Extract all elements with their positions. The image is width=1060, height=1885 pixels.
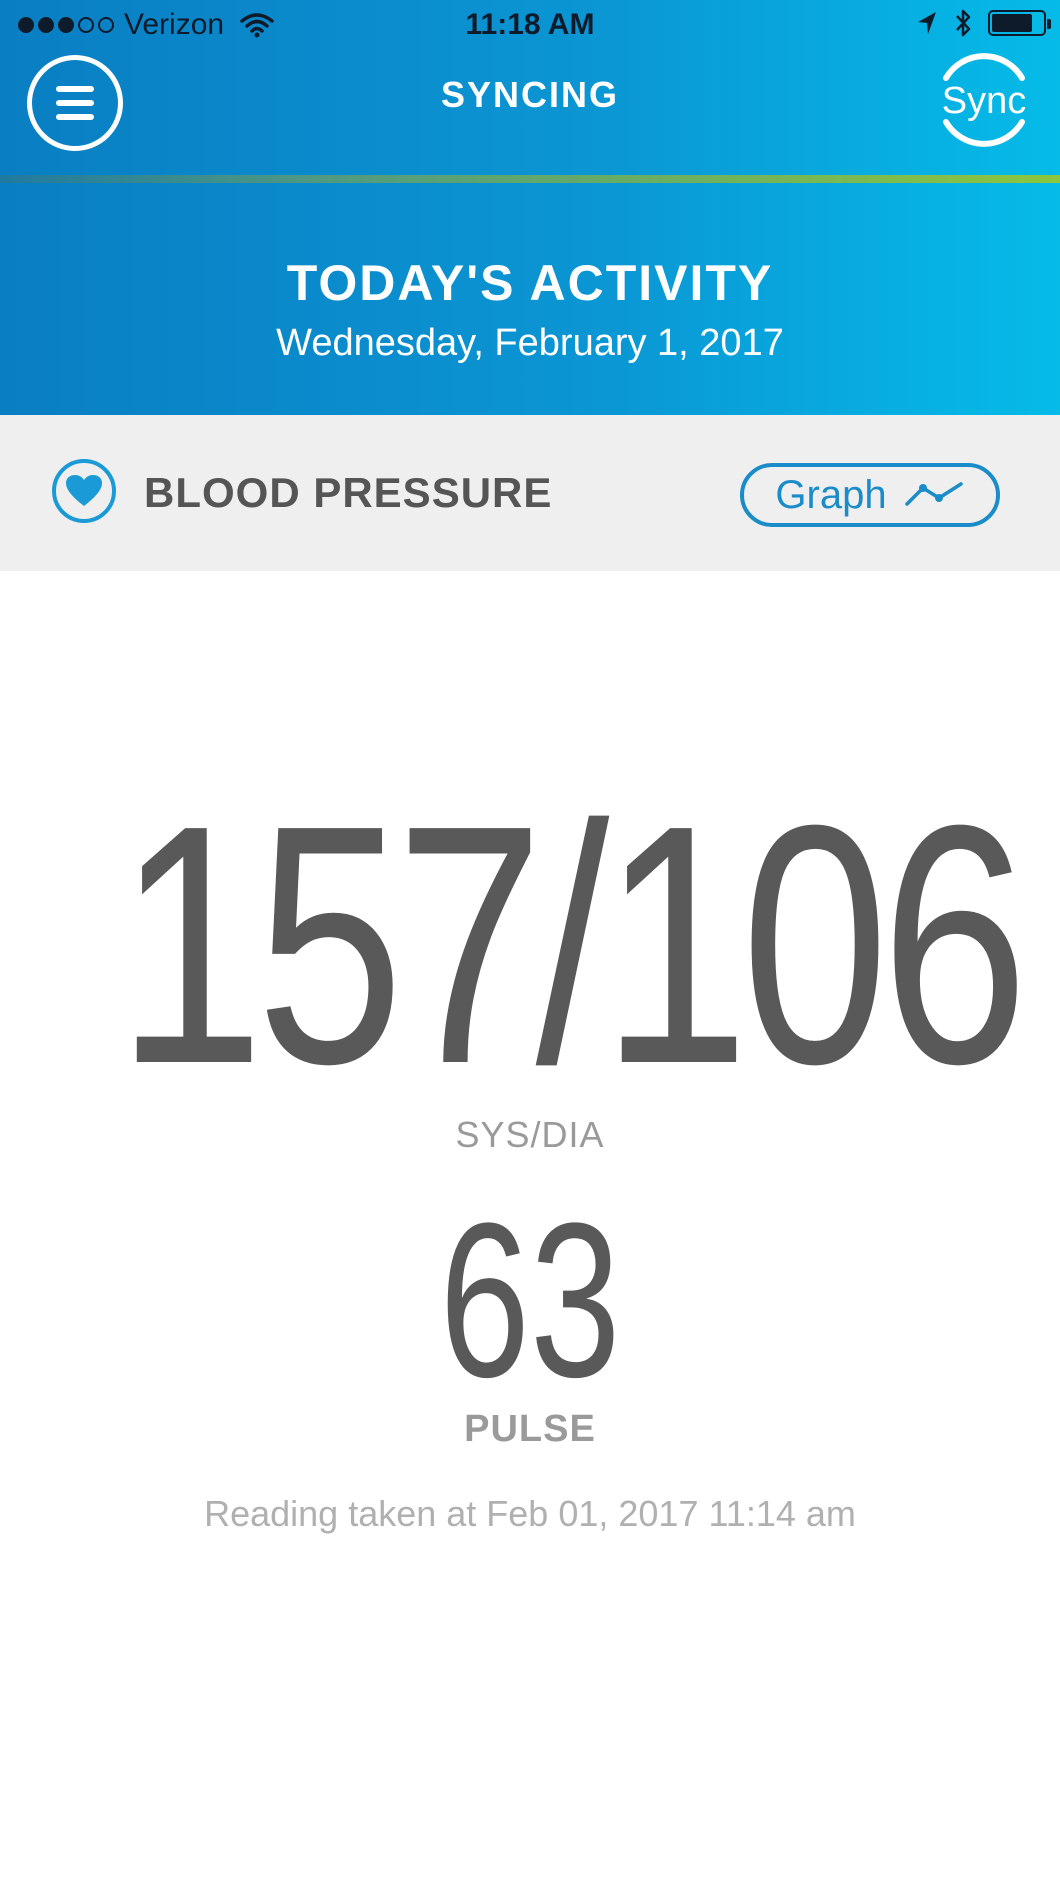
graph-button-label: Graph	[775, 472, 887, 517]
blood-pressure-value: 157/106	[116, 755, 1029, 1135]
metric-header: BLOOD PRESSURE Graph	[0, 415, 1060, 571]
blood-pressure-label: SYS/DIA	[455, 1114, 605, 1155]
status-time: 11:18 AM	[465, 8, 595, 41]
status-right	[916, 8, 1051, 38]
activity-date: Wednesday, February 1, 2017	[276, 322, 784, 364]
sync-label: Sync	[941, 80, 1027, 122]
pulse-label: PULSE	[464, 1408, 596, 1450]
nav-title: SYNCING	[440, 74, 620, 115]
accent-divider	[0, 175, 1060, 183]
graph-button[interactable]: Graph	[740, 463, 1000, 527]
status-bar: Verizon 11:18 AM	[0, 0, 1060, 50]
bluetooth-icon	[956, 9, 971, 37]
battery-icon	[988, 10, 1051, 36]
heart-shape	[66, 475, 102, 506]
line-graph-icon	[904, 482, 963, 506]
battery-fill	[992, 14, 1032, 32]
reading-timestamp: Reading taken at Feb 01, 2017 11:14 am	[204, 1493, 856, 1534]
pulse-value: 63	[439, 1177, 621, 1423]
metric-title: BLOOD PRESSURE	[144, 469, 553, 516]
activity-title: TODAY'S ACTIVITY	[286, 255, 774, 311]
sync-button[interactable]: Sync	[928, 44, 1040, 156]
heart-icon	[52, 459, 116, 523]
location-arrow-icon	[918, 12, 936, 34]
header: Verizon 11:18 AM SYNCING Sync TODAY'S AC…	[0, 0, 1060, 415]
